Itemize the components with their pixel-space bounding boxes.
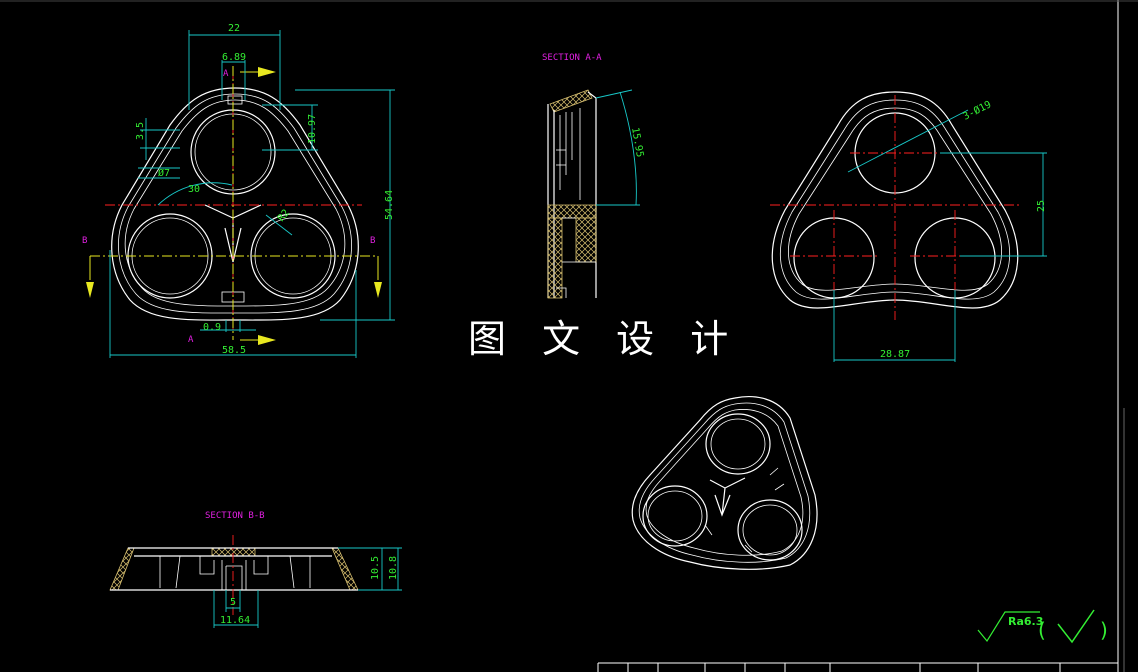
isometric-view [631, 396, 818, 570]
dim-front-angle: 30 [188, 184, 200, 195]
dim-right-spacing: 28.87 [880, 349, 910, 360]
front-view [86, 30, 395, 358]
dim-front-height: 54.64 [384, 190, 395, 220]
dim-right-holes: 3-Ø19 [961, 98, 993, 122]
cad-drawing-canvas: 22 6.89 3.5 10.97 54.64 30 0.9 58.5 Ø7 R… [0, 0, 1138, 672]
right-view-dimension-labels: 3-Ø19 25 28.87 [880, 98, 1047, 360]
roughness-check-icon [1057, 609, 1095, 644]
roughness-symbol: Ra6.3 ( ) [977, 609, 1108, 644]
dim-front-gap: 0.9 [203, 322, 221, 333]
dim-front-width-top: 22 [228, 23, 240, 34]
dim-front-radius: R2 [276, 208, 292, 224]
section-b-b-view: SECTION B-B [109, 511, 402, 628]
section-b-b-dimension-labels: 10.5 10.8 5 11.64 [220, 556, 399, 626]
dim-section-b-slot: 5 [230, 597, 236, 608]
dim-right-pitch: 25 [1036, 200, 1047, 212]
roughness-paren-close-icon: ) [1100, 618, 1108, 642]
section-a-a-title: SECTION A-A [542, 53, 602, 63]
dim-front-offset: 3.5 [135, 122, 146, 140]
dim-section-b-height: 10.5 [370, 556, 381, 580]
dim-section-b-total-height: 10.8 [388, 556, 399, 580]
section-marker-b-left: B [82, 236, 87, 246]
section-marker-a-bottom: A [188, 335, 194, 345]
dim-front-slot: 6.89 [222, 52, 246, 63]
dim-front-rib: 10.97 [307, 114, 318, 144]
section-b-b-title: SECTION B-B [205, 511, 265, 521]
section-a-a-view: SECTION A-A [542, 53, 640, 299]
dim-section-a-height: 15.95 [629, 127, 645, 159]
dim-front-width: 58.5 [222, 345, 246, 356]
drawing-sheet: 22 6.89 3.5 10.97 54.64 30 0.9 58.5 Ø7 R… [0, 0, 1138, 672]
dim-section-b-boss: 11.64 [220, 615, 250, 626]
section-marker-a-top: A [223, 69, 229, 79]
roughness-paren-open-icon: ( [1038, 618, 1046, 642]
right-view [770, 91, 1047, 362]
watermark-text: 图 文 设 计 [468, 317, 740, 361]
section-marker-b-right: B [370, 236, 375, 246]
dim-front-hole: Ø7 [158, 167, 170, 179]
